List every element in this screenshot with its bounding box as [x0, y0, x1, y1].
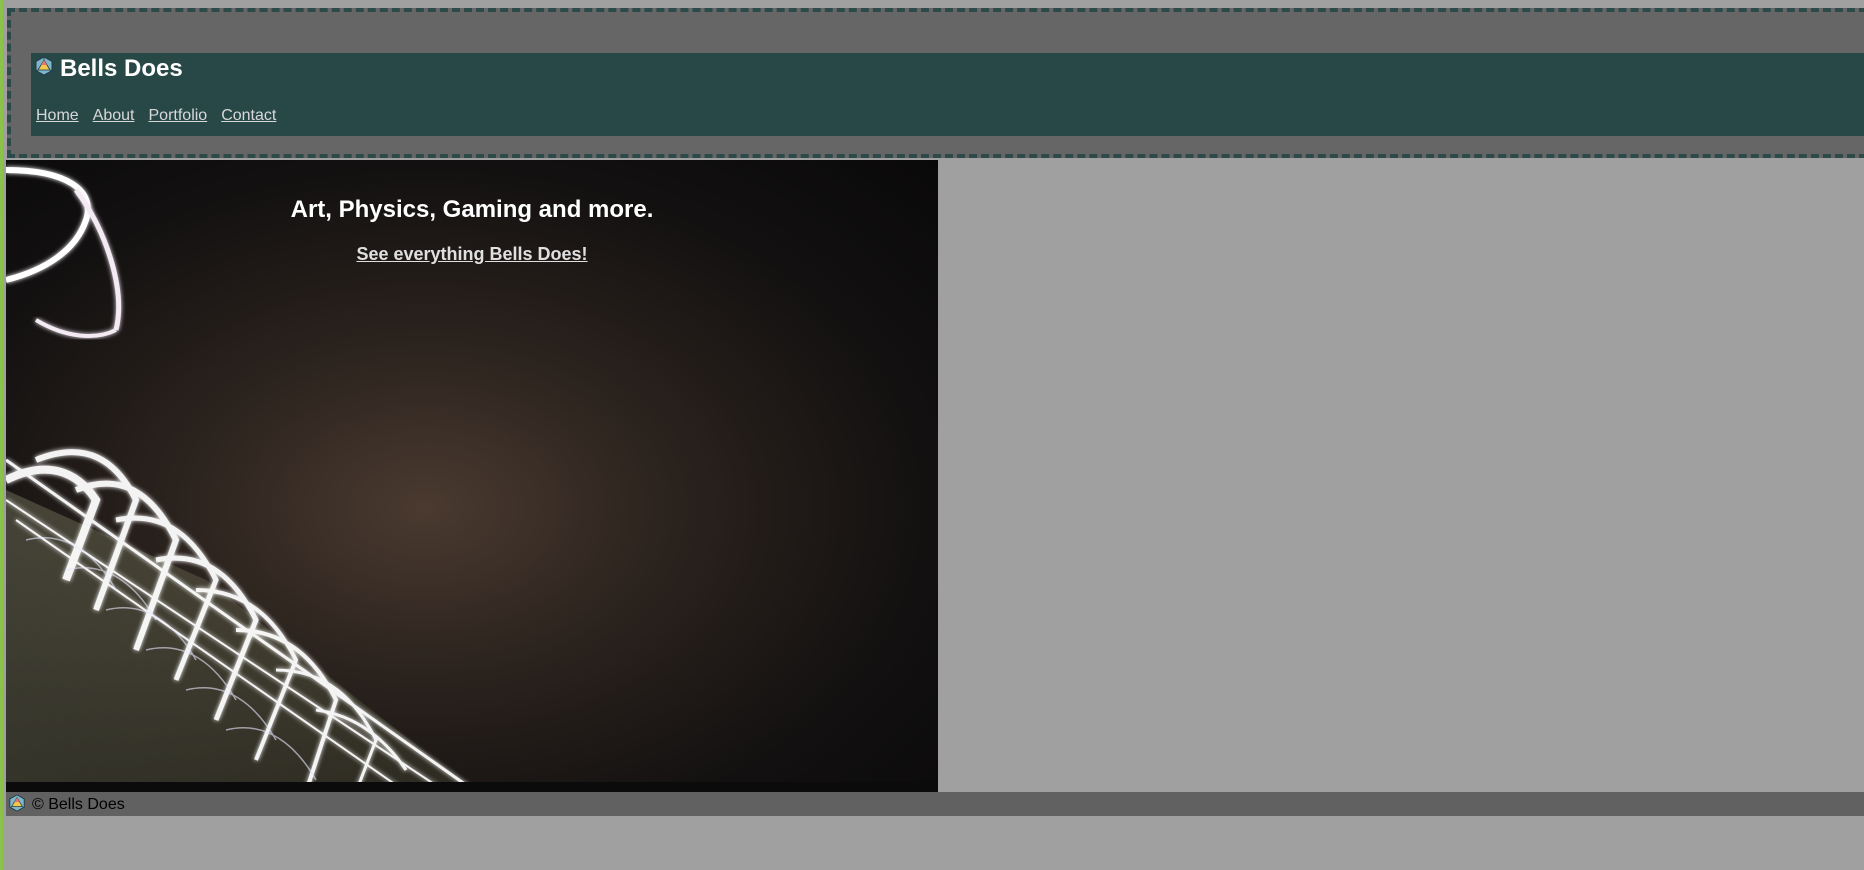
d20-dice-icon — [9, 794, 25, 812]
nav-link-about[interactable]: About — [93, 107, 135, 125]
nav-link-home[interactable]: Home — [36, 107, 79, 125]
nav-link-contact[interactable]: Contact — [221, 107, 276, 125]
hero-banner: Art, Physics, Gaming and more. See every… — [6, 160, 938, 792]
site-footer: © Bells Does — [6, 792, 1864, 816]
footer-copyright: © Bells Does — [32, 796, 125, 813]
hero-cta-link[interactable]: See everything Bells Does! — [356, 244, 587, 264]
hero-heading: Art, Physics, Gaming and more. — [290, 196, 654, 223]
d20-dice-icon[interactable] — [34, 56, 54, 76]
page: Bells Does Home About Portfolio Contact — [0, 0, 1864, 870]
main-nav: Home About Portfolio Contact — [36, 107, 276, 125]
hero-cta: See everything Bells Does! — [6, 244, 938, 265]
site-title[interactable]: Bells Does — [60, 55, 183, 83]
site-header: Bells Does Home About Portfolio Contact — [7, 8, 1864, 158]
nav-link-portfolio[interactable]: Portfolio — [149, 107, 208, 125]
header-bar: Bells Does Home About Portfolio Contact — [31, 53, 1864, 136]
